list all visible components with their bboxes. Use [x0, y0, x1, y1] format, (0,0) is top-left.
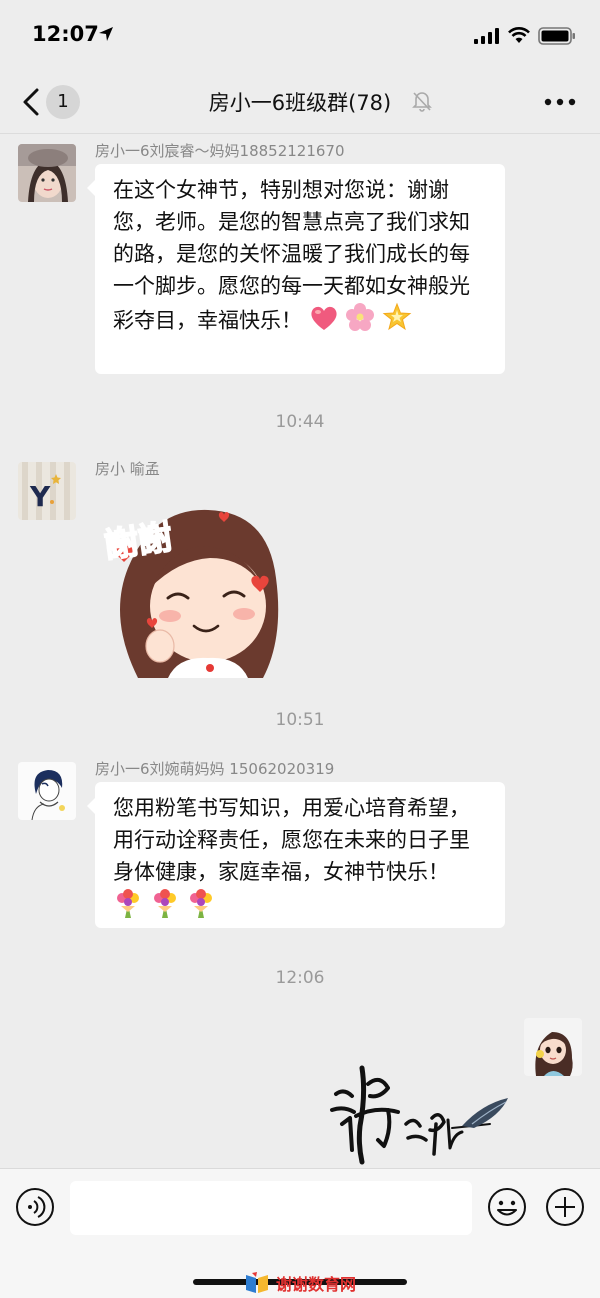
- more-options-icon[interactable]: [544, 98, 576, 106]
- status-time: 12:07: [32, 22, 99, 46]
- cellular-signal-icon: [474, 28, 499, 44]
- message-bubble[interactable]: 您用粉笔书写知识，用爱心培育希望，用行动诠释责任，愿您在未来的日子里身体健康，家…: [87, 782, 505, 928]
- message-bubble[interactable]: 在这个女神节，特别想对您说：谢谢您，老师。是您的智慧点亮了我们求知的路，是您的关…: [87, 164, 505, 374]
- voice-input-icon[interactable]: [15, 1187, 55, 1227]
- message-text-input[interactable]: [70, 1181, 472, 1235]
- chat-timestamp: 12:06: [275, 968, 325, 988]
- avatar-sketch-icon: [18, 762, 76, 820]
- avatar-letter-y-icon: Y: [18, 462, 76, 520]
- chat-message-list: 房小一6刘宸睿～妈妈18852121670 在这个女神节，特别想对您说：谢谢您，…: [0, 134, 600, 1168]
- group-title: 房小一6班级群(78): [208, 91, 392, 115]
- message-emojis: [309, 302, 412, 341]
- sender-name: 房小一6刘宸睿～妈妈18852121670: [95, 142, 345, 160]
- svg-text:Y: Y: [29, 480, 51, 513]
- mute-bell-icon: [412, 92, 432, 112]
- message-text: 在这个女神节，特别想对您说：谢谢您，老师。是您的智慧点亮了我们求知的路，是您的关…: [113, 178, 470, 333]
- avatar-sender-1[interactable]: [18, 144, 76, 202]
- location-arrow-icon: [99, 27, 113, 41]
- bouquet-emoji-icon: [117, 889, 139, 918]
- cherry-blossom-emoji-icon: [346, 303, 375, 331]
- site-watermark: 谢谢数育网: [244, 1269, 356, 1297]
- feather-quill-icon: [462, 1098, 508, 1128]
- emoji-picker-icon[interactable]: [487, 1187, 527, 1227]
- avatar-self[interactable]: [524, 1018, 582, 1076]
- heart-emoji-icon: [311, 306, 337, 330]
- chat-timestamp: 10:51: [275, 710, 325, 730]
- message-emojis: [113, 888, 216, 927]
- sender-name: 房小 喻孟: [95, 460, 160, 478]
- glowing-star-emoji-icon: [382, 302, 412, 331]
- bouquet-emoji-icon: [190, 889, 213, 918]
- handwritten-signature-image[interactable]: [322, 1054, 512, 1169]
- avatar-cartoon-girl-icon: [524, 1018, 582, 1076]
- bouquet-emoji-icon: [153, 889, 176, 918]
- avatar-photo-icon: [18, 144, 76, 202]
- avatar-sender-2[interactable]: Y: [18, 462, 76, 520]
- chat-timestamp: 10:44: [275, 412, 325, 432]
- chat-nav-bar: 1 房小一6班级群(78): [0, 70, 600, 134]
- add-attachment-icon[interactable]: [545, 1187, 585, 1227]
- message-text: 您用粉笔书写知识，用爱心培育希望，用行动诠释责任，愿您在未来的日子里身体健康，家…: [113, 796, 470, 884]
- battery-icon: [538, 27, 575, 45]
- wifi-icon: [508, 27, 530, 43]
- avatar-sender-3[interactable]: [18, 762, 76, 820]
- message-input-bar: 谢谢数育网: [0, 1168, 600, 1298]
- book-logo-icon: [246, 1272, 268, 1293]
- thank-you-girl-sticker[interactable]: 謝謝: [98, 498, 288, 678]
- status-bar: 12:07: [0, 0, 600, 70]
- sender-name: 房小一6刘婉萌妈妈 15062020319: [95, 760, 335, 778]
- watermark-text: 谢谢数育网: [276, 1275, 357, 1294]
